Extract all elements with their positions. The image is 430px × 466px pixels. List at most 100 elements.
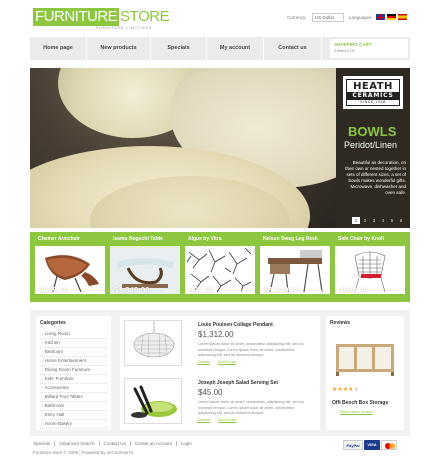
currency-label: Currency:: [287, 15, 307, 20]
germany-flag-icon[interactable]: [387, 14, 396, 20]
logo-part-furniture: FURNITURE: [33, 8, 120, 26]
product-price: $45.00: [198, 388, 223, 397]
visa-icon: VISA: [364, 440, 380, 450]
brand-subname: CERAMICS: [347, 92, 399, 100]
pager-item[interactable]: 3: [370, 217, 378, 224]
reviews-box: Reviews ★★★★★ Offi Bench Box Storage Rea…: [326, 316, 404, 430]
copyright-text: Furniture store © 2009 | Powered by osCo…: [33, 450, 134, 455]
salad-set-image[interactable]: [124, 378, 182, 424]
paypal-icon: PayPal: [343, 440, 363, 450]
footer-link[interactable]: Login: [177, 441, 196, 446]
add-to-cart-link[interactable]: Add to cart: [218, 418, 236, 422]
read-review-link[interactable]: Read more review: [340, 409, 372, 414]
strip-product-price: $1,849.00: [264, 286, 300, 295]
pager-item[interactable]: 4: [379, 217, 387, 224]
product-description: Lorem ipsum dolor sit amet, consectetur …: [198, 342, 304, 357]
strip-details-link[interactable]: Details: [89, 288, 101, 293]
strip-product-price: $35.00: [189, 286, 214, 295]
logo-tagline: FURNITURE LIMITLESS: [96, 25, 153, 30]
category-item[interactable]: Kids' Furniture: [40, 375, 107, 384]
featured-products-strip: Chemer Armchair $959.00 Details Isamu No…: [30, 232, 410, 302]
spain-flag-icon[interactable]: [398, 14, 407, 20]
category-item[interactable]: Dining Room Furniture: [40, 366, 107, 375]
category-item[interactable]: Bedroom: [40, 348, 107, 357]
strip-product[interactable]: Algue by Vitra $35.00 Details: [185, 232, 257, 302]
nav-my-account[interactable]: My account: [207, 37, 264, 60]
product-item: Joseph Joseph Salad Serving Set $45.00 L…: [120, 374, 320, 429]
category-item[interactable]: Home Bakery: [40, 420, 107, 429]
category-item[interactable]: Bathroom: [40, 402, 107, 411]
strip-details-link[interactable]: Details: [389, 288, 401, 293]
content-panel: Categories Living Room Kitchen Bedroom H…: [30, 310, 410, 436]
strip-product-price: $959.00: [39, 286, 68, 295]
details-link[interactable]: Details: [198, 418, 210, 422]
shopping-cart-box[interactable]: SHOPPING CART 0 items 0.00: [330, 39, 408, 58]
product-name[interactable]: Louis Poulsen Collage Pendant: [198, 322, 273, 328]
details-link[interactable]: Details: [198, 360, 210, 364]
uk-flag-icon[interactable]: [376, 14, 385, 20]
footer-links: Specials Advanced Search Contact Us Crea…: [33, 441, 196, 446]
footer-link[interactable]: Create an Account: [131, 441, 177, 446]
brand-since: SINCE 1948: [360, 100, 386, 104]
footer-link[interactable]: Advanced Search: [55, 441, 100, 446]
strip-product[interactable]: Side Chair by Knoll $500.00 Details: [335, 232, 407, 302]
category-item[interactable]: Accessories: [40, 384, 107, 393]
mastercard-icon: [381, 440, 397, 450]
pager-item[interactable]: 6: [397, 217, 405, 224]
category-item[interactable]: Home Entertainment: [40, 357, 107, 366]
strip-product-title[interactable]: Side Chair by Knoll: [338, 236, 384, 242]
categories-title: Categories: [40, 320, 66, 326]
star-empty-icon: ★: [353, 387, 359, 393]
currency-select[interactable]: US Dollar: [312, 13, 344, 22]
strip-details-link[interactable]: Details: [314, 288, 326, 293]
strip-product[interactable]: Isamu Noguchi Table $1,349.00 Details: [110, 232, 182, 302]
strip-product-title[interactable]: Algue by Vitra: [188, 236, 222, 242]
heath-ceramics-logo: HEATH CERAMICS SINCE 1948: [343, 76, 403, 109]
review-product-name[interactable]: Offi Bench Box Storage: [332, 400, 388, 406]
strip-product-title[interactable]: Nelson Swag Leg Desk: [263, 236, 318, 242]
hero-bowls-image: [30, 68, 336, 228]
strip-product[interactable]: Chemer Armchair $959.00 Details: [35, 232, 107, 302]
pendant-lamp-image[interactable]: [124, 320, 182, 366]
pager-item[interactable]: 2: [361, 217, 369, 224]
add-to-cart-link[interactable]: Add to cart: [218, 360, 236, 364]
product-description: Lorem ipsum dolor sit amet, consectetur …: [198, 400, 304, 415]
cart-title: SHOPPING CART: [334, 42, 372, 47]
brand-name: HEATH: [353, 81, 393, 92]
bench-storage-image[interactable]: [334, 336, 396, 378]
store-logo[interactable]: FURNITURE STORE: [33, 8, 170, 26]
cart-info: 0 items 0.00: [334, 49, 355, 53]
hero-info-panel: HEATH CERAMICS SINCE 1948 BOWLS Peridot/…: [336, 68, 410, 228]
product-list: Louis Poulsen Collage Pendant $1,312.00 …: [120, 316, 320, 430]
rating-stars: ★★★★★: [332, 386, 359, 393]
product-item: Louis Poulsen Collage Pendant $1,312.00 …: [120, 316, 320, 371]
nav-new-products[interactable]: New products: [87, 37, 151, 60]
hero-pager: 1 2 3 4 5 6: [352, 217, 405, 224]
logo-part-store: STORE: [120, 8, 170, 25]
pager-item[interactable]: 1: [352, 217, 360, 224]
pager-item[interactable]: 5: [388, 217, 396, 224]
footer-link[interactable]: Contact Us: [100, 441, 131, 446]
hero-slider[interactable]: HEATH CERAMICS SINCE 1948 BOWLS Peridot/…: [30, 68, 410, 228]
strip-product[interactable]: Nelson Swag Leg Desk $1,849.00 Details: [260, 232, 332, 302]
reviews-title: Reviews: [330, 320, 351, 326]
hero-title: BOWLS: [348, 124, 397, 139]
category-item[interactable]: Billiard Pool Tables: [40, 393, 107, 402]
category-item[interactable]: Entry Hall: [40, 411, 107, 420]
strip-product-title[interactable]: Isamu Noguchi Table: [113, 236, 163, 242]
strip-product-title[interactable]: Chemer Armchair: [38, 236, 80, 242]
category-item[interactable]: Kitchen: [40, 339, 107, 348]
hero-subtitle: Peridot/Linen: [344, 140, 398, 150]
nav-specials[interactable]: Specials: [151, 37, 207, 60]
nav-home[interactable]: Home page: [30, 37, 87, 60]
category-item[interactable]: Living Room: [40, 330, 107, 339]
strip-details-link[interactable]: Details: [239, 288, 251, 293]
languages-label: Languages:: [349, 15, 373, 20]
strip-product-price: $1,349.00: [114, 286, 150, 295]
categories-box: Categories Living Room Kitchen Bedroom H…: [36, 316, 111, 430]
footer-link[interactable]: Specials: [33, 441, 56, 446]
nav-contact-us[interactable]: Contact us: [264, 37, 322, 60]
product-name[interactable]: Joseph Joseph Salad Serving Set: [198, 380, 278, 386]
strip-details-link[interactable]: Details: [164, 288, 176, 293]
payment-icons: PayPal VISA: [343, 440, 397, 450]
